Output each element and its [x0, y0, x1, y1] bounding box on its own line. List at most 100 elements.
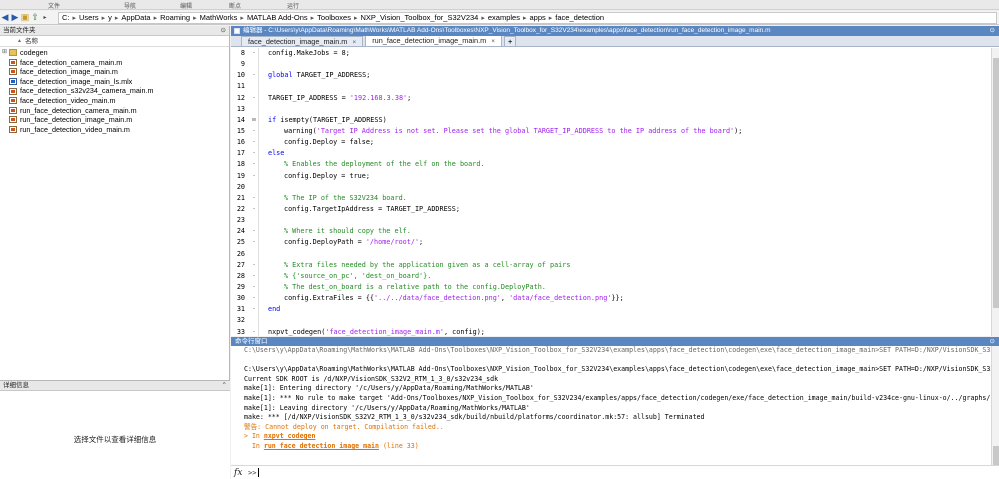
file-row[interactable]: face_detection_s32v234_camera_main.m — [0, 86, 229, 96]
file-column-header[interactable]: ▲ 名称 — [0, 36, 229, 47]
menu-tab-edit[interactable]: 编辑 — [180, 1, 192, 10]
code-line[interactable]: 22- config.TargetIpAddress = TARGET_IP_AD… — [231, 204, 991, 215]
breadcrumb-item[interactable]: Toolboxes — [317, 13, 351, 22]
code-line[interactable]: 11 — [231, 81, 991, 92]
code-line[interactable]: 12- TARGET_IP_ADDRESS = '192.168.3.38'; — [231, 93, 991, 104]
command-window-options-icon[interactable]: ⊙ — [990, 337, 995, 346]
code-comment: % Where it should copy the elf. — [284, 227, 411, 236]
code-line[interactable]: 21- % The IP of the S32V234 board. — [231, 193, 991, 204]
editor-scrollbar[interactable] — [991, 48, 999, 336]
command-prompt[interactable]: fx >> — [231, 465, 999, 479]
file-row[interactable]: face_detection_image_main_ls.mlx — [0, 77, 229, 87]
file-row[interactable]: run_face_detection_video_main.m — [0, 125, 229, 135]
code-text: nxpvt_codegen('face_detection_image_main… — [268, 327, 485, 336]
editor-scroll-thumb[interactable] — [993, 58, 999, 308]
breadcrumb-item[interactable]: AppData — [121, 13, 150, 22]
breadcrumb-item[interactable]: Users — [79, 13, 99, 22]
menu-tab-file[interactable]: 文件 — [48, 1, 60, 10]
fold-marker-icon[interactable]: ⊟ — [250, 115, 258, 126]
forward-arrow-icon[interactable]: ▶ — [10, 12, 20, 23]
code-line[interactable]: 23 — [231, 215, 991, 226]
file-row[interactable]: face_detection_image_main.m — [0, 67, 229, 77]
breadcrumb-item[interactable]: MathWorks — [200, 13, 238, 22]
details-collapse-icon[interactable]: ⌃ — [222, 381, 227, 391]
line-number: 21 — [236, 193, 245, 202]
code-line[interactable]: 15- warning('Target IP Address is not set… — [231, 126, 991, 137]
file-name: face_detection_camera_main.m — [20, 57, 123, 67]
up-folder-icon[interactable]: ⇧ — [30, 12, 40, 23]
file-row[interactable]: run_face_detection_camera_main.m — [0, 106, 229, 116]
browse-folder-icon[interactable]: ▣ — [20, 12, 30, 23]
new-tab-button[interactable]: + — [504, 36, 517, 46]
breadcrumb-item[interactable]: y — [108, 13, 112, 22]
editor-options-icon[interactable]: ⊙ — [990, 26, 995, 36]
code-token: nxpvt_codegen( — [268, 327, 326, 336]
trace-link[interactable]: nxpvt_codegen — [264, 432, 316, 440]
code-line[interactable]: 8 - config.MakeJobs = 8; — [231, 48, 991, 59]
editor-tab-run-face-detection-image-main[interactable]: run_face_detection_image_main.m × — [365, 35, 503, 46]
m-file-icon — [9, 87, 17, 95]
gutter-dash — [250, 215, 258, 226]
code-line[interactable]: 16- config.Deploy = false; — [231, 137, 991, 148]
code-comment: % The IP of the S32V234 board. — [284, 193, 407, 202]
line-number: 13 — [236, 104, 245, 113]
breadcrumb-item[interactable]: C: — [62, 13, 70, 22]
code-line[interactable]: 19- config.Deploy = true; — [231, 171, 991, 182]
code-line[interactable]: 20 — [231, 182, 991, 193]
breadcrumb[interactable]: C: ▸ Users ▸ y ▸ AppData ▸ Roaming ▸ MathWorks ▸ MAT… — [58, 11, 997, 24]
code-line[interactable]: 26 — [231, 249, 991, 260]
code-line[interactable]: 33- nxpvt_codegen('face_detection_image_m… — [231, 327, 991, 336]
code-token: }}; — [611, 294, 624, 303]
menu-tab-breakpoints[interactable]: 断点 — [229, 1, 241, 10]
code-line[interactable]: 32 — [231, 315, 991, 326]
menu-tab-navigate[interactable]: 导航 — [124, 1, 136, 10]
back-arrow-icon[interactable]: ◀ — [0, 12, 10, 23]
editor-tab-face-detection-image-main[interactable]: face_detection_image_main.m × — [241, 36, 364, 46]
breadcrumb-item[interactable]: Roaming — [160, 13, 190, 22]
panel-options-icon[interactable]: ⊙ — [221, 26, 226, 36]
code-line[interactable]: 27- % Extra files needed by the applicati… — [231, 260, 991, 271]
code-line[interactable]: 13 — [231, 104, 991, 115]
trace-link[interactable]: run_face_detection_image_main — [264, 442, 379, 450]
line-number: 23 — [236, 216, 245, 225]
line-number: 28 — [236, 271, 245, 280]
file-row[interactable]: face_detection_video_main.m — [0, 96, 229, 106]
code-line[interactable]: 9 — [231, 59, 991, 70]
code-line[interactable]: 30- config.ExtraFiles = {{'../../data/fac… — [231, 293, 991, 304]
output-line: make: *** [/d/NXP/VisionSDK_S32V2_RTM_1_… — [244, 413, 705, 422]
address-dropdown-icon[interactable]: ▸ — [40, 14, 50, 21]
breadcrumb-item[interactable]: face_detection — [555, 13, 604, 22]
code-line[interactable]: 17- else — [231, 148, 991, 159]
breadcrumb-item[interactable]: MATLAB Add-Ons — [247, 13, 308, 22]
code-line[interactable]: 14 ⊟ if isempty(TARGET_IP_ADDRESS) — [231, 115, 991, 126]
fx-icon[interactable]: fx — [231, 468, 245, 478]
code-line[interactable]: 28- % {'source_on_pc', 'dest_on_board'}. — [231, 271, 991, 282]
code-text: % The dest_on_board is a relative path t… — [268, 282, 546, 293]
file-row[interactable]: face_detection_camera_main.m — [0, 58, 229, 68]
breadcrumb-item[interactable]: examples — [488, 13, 520, 22]
line-number: 22 — [236, 204, 245, 213]
line-number: 11 — [236, 82, 245, 91]
code-line[interactable]: 29- % The dest_on_board is a relative pat… — [231, 282, 991, 293]
code-line[interactable]: 24- % Where it should copy the elf. — [231, 226, 991, 237]
file-row[interactable]: run_face_detection_image_main.m — [0, 115, 229, 125]
code-line[interactable]: 31- end — [231, 304, 991, 315]
code-line[interactable]: 18- % Enables the deployment of the elf o… — [231, 159, 991, 170]
expand-icon[interactable]: ⊞ — [0, 48, 9, 58]
close-tab-icon[interactable]: × — [491, 38, 495, 45]
breadcrumb-separator-icon: ▸ — [240, 14, 244, 22]
gutter-dash: - — [252, 261, 256, 268]
close-tab-icon[interactable]: × — [352, 39, 356, 46]
breadcrumb-item[interactable]: apps — [529, 13, 545, 22]
m-file-icon — [9, 58, 17, 66]
code-line[interactable]: 10- global TARGET_IP_ADDRESS; — [231, 70, 991, 81]
code-area[interactable]: 8- config.MakeJobs = 8; 9 10- global TARGET_… — [231, 48, 991, 336]
breadcrumb-item[interactable]: NXP_Vision_Toolbox_for_S32V234 — [360, 13, 478, 22]
menu-tab-run[interactable]: 运行 — [287, 1, 299, 10]
command-scrollbar[interactable] — [991, 346, 999, 471]
gutter-dash: - — [252, 150, 256, 157]
breadcrumb-separator-icon: ▸ — [114, 14, 119, 22]
folder-row[interactable]: ⊞ codegen — [0, 48, 229, 58]
details-title: 详细信息 — [3, 382, 29, 389]
code-line[interactable]: 25- config.DeployPath = '/home/root/'; — [231, 237, 991, 248]
